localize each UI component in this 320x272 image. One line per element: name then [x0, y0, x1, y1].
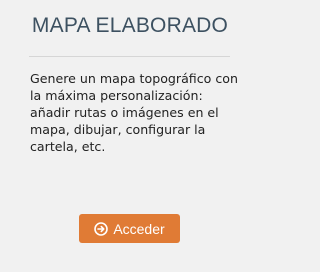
access-button[interactable]: Acceder: [79, 214, 180, 243]
title-divider: [29, 56, 230, 57]
card-description: Genere un mapa topográfico con la máxima…: [30, 71, 238, 154]
access-button-label: Acceder: [113, 220, 165, 237]
arrow-circle-right-icon: [94, 221, 109, 236]
card-title: MAPA ELABORADO: [31, 14, 229, 37]
map-card: MAPA ELABORADO Genere un mapa topográfic…: [0, 0, 260, 272]
